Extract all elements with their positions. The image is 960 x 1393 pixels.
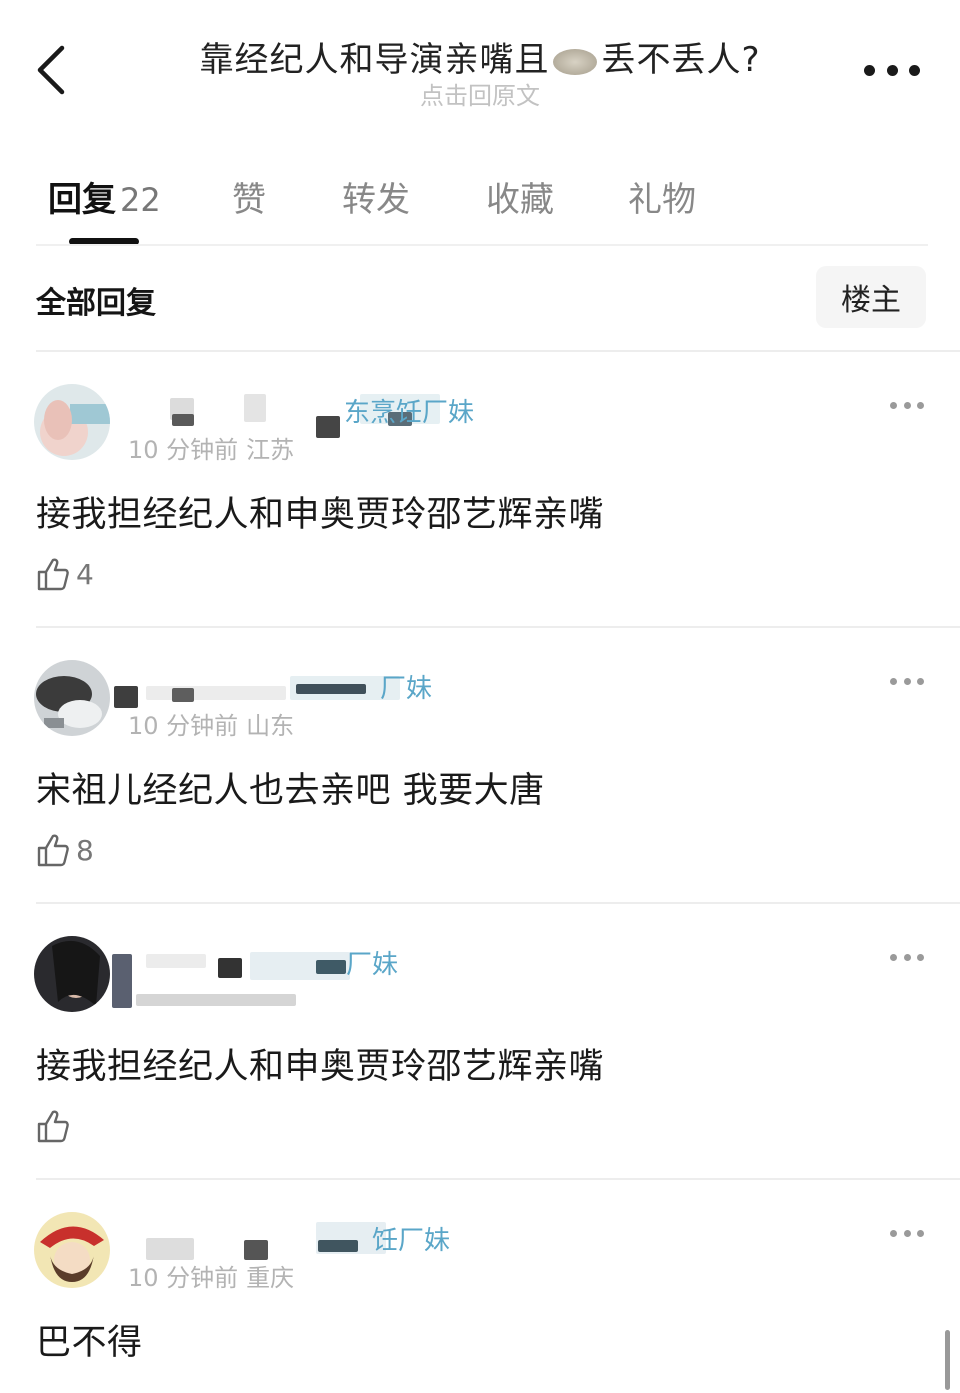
redaction-block: [296, 684, 366, 694]
comment-more-button[interactable]: [890, 676, 924, 686]
comment-location: 重庆: [246, 1264, 295, 1292]
user-level-tag: 饪厂妹: [372, 1226, 451, 1256]
back-to-original-link[interactable]: 点击回原文: [0, 76, 960, 111]
more-icon-dot: [903, 1229, 911, 1237]
more-icon-dot: [917, 1229, 924, 1237]
comment-time: 10 分钟前: [128, 712, 239, 740]
redaction-block: [136, 994, 296, 1006]
tab-bar: 回复 22 赞 转发 收藏 礼物: [0, 160, 960, 246]
comment-item: 东烹饪厂妹 10 分钟前 江苏 接我担经纪人和申奥贾玲邵艺辉亲嘴 4: [0, 352, 960, 628]
comment-location: 江苏: [246, 436, 295, 464]
more-icon-dot: [890, 401, 897, 409]
redaction-block: [244, 1240, 268, 1260]
avatar[interactable]: [34, 660, 110, 736]
redaction-block: [316, 960, 346, 974]
like-count: 4: [76, 557, 94, 591]
more-options-button[interactable]: [864, 62, 920, 78]
more-icon-dot: [909, 64, 920, 76]
more-icon-dot: [903, 677, 911, 685]
more-icon-dot: [903, 953, 911, 961]
redaction-block: [172, 414, 194, 426]
post-title[interactable]: 靠经纪人和导演亲嘴且 丢不丢人?: [0, 32, 960, 81]
scrollbar[interactable]: [945, 1330, 950, 1390]
avatar[interactable]: [34, 936, 110, 1012]
more-icon-dot: [886, 64, 898, 76]
comment-text: 接我担经纪人和申奥贾玲邵艺辉亲嘴: [36, 495, 605, 535]
user-level-tag: 厂妹: [346, 950, 399, 980]
tab-likes[interactable]: 赞: [232, 172, 266, 221]
redaction-block: [316, 416, 340, 438]
redaction-block: [172, 688, 194, 702]
tab-favorites[interactable]: 收藏: [486, 172, 554, 221]
avatar[interactable]: [34, 384, 110, 460]
redaction-block: [244, 394, 266, 422]
comment-more-button[interactable]: [890, 952, 924, 962]
op-only-button[interactable]: 楼主: [816, 266, 926, 328]
more-icon-dot: [917, 677, 924, 685]
more-icon-dot: [890, 953, 897, 961]
comment-more-button[interactable]: [890, 1228, 924, 1238]
like-count: 8: [76, 833, 94, 867]
tab-replies-count: 22: [120, 181, 161, 219]
redaction-block: [146, 1238, 194, 1260]
comment-meta: 10 分钟前 江苏: [128, 430, 294, 465]
thumbs-up-icon: [37, 834, 69, 867]
comment-more-button[interactable]: [890, 400, 924, 410]
post-title-part-1: 靠经纪人和导演亲嘴且: [199, 40, 550, 80]
like-button[interactable]: [36, 1104, 76, 1148]
username-blurred[interactable]: [120, 1218, 520, 1260]
comment-meta: 10 分钟前 山东: [128, 706, 294, 741]
comment-time: 10 分钟前: [128, 436, 239, 464]
all-replies-label[interactable]: 全部回复: [36, 278, 156, 322]
more-icon-dot: [917, 953, 924, 961]
post-title-part-2: 丢不丢人?: [601, 40, 761, 80]
comment-item: 厂妹 10 分钟前 山东 宋祖儿经纪人也去亲吧 我要大唐 8: [0, 628, 960, 904]
comment-item: 饪厂妹 10 分钟前 重庆 巴不得: [0, 1180, 960, 1393]
redaction-block: [146, 686, 286, 700]
like-button[interactable]: 8: [36, 828, 94, 872]
reply-filter-bar: 全部回复 楼主: [0, 262, 960, 332]
divider: [36, 244, 928, 246]
redaction-block: [318, 1240, 358, 1252]
avatar-image: [34, 384, 110, 460]
comment-meta: 10 分钟前 重庆: [128, 1258, 294, 1293]
sticker-icon: [553, 48, 598, 75]
username-blurred[interactable]: [112, 942, 520, 1008]
more-icon-dot: [890, 677, 897, 685]
more-icon-dot: [890, 1229, 897, 1237]
username-blurred[interactable]: [114, 666, 520, 708]
avatar-image: [34, 1212, 110, 1288]
comment-text: 宋祖儿经纪人也去亲吧 我要大唐: [36, 771, 545, 811]
more-icon-dot: [864, 64, 875, 76]
more-icon-dot: [903, 401, 911, 409]
redaction-block: [218, 958, 242, 978]
comment-text: 接我担经纪人和申奥贾玲邵艺辉亲嘴: [36, 1047, 605, 1087]
avatar-image: [34, 660, 110, 736]
comment-meta: [128, 982, 136, 1010]
user-level-tag: 东烹饪厂妹: [344, 398, 475, 428]
tab-replies-label: 回复: [48, 180, 116, 220]
user-level-tag: 厂妹: [380, 674, 433, 704]
thumbs-up-icon: [37, 558, 69, 591]
comment-item: 厂妹 接我担经纪人和申奥贾玲邵艺辉亲嘴: [0, 904, 960, 1180]
comment-text: 巴不得: [36, 1323, 143, 1363]
tab-reposts[interactable]: 转发: [342, 172, 410, 221]
more-icon-dot: [917, 401, 924, 409]
comment-location: 山东: [246, 712, 295, 740]
redaction-block: [146, 954, 206, 968]
like-button[interactable]: 4: [36, 552, 94, 596]
avatar[interactable]: [34, 1212, 110, 1288]
tab-replies[interactable]: 回复 22: [48, 172, 161, 221]
thumbs-up-icon: [37, 1110, 69, 1143]
redaction-block: [114, 686, 138, 708]
top-bar: 靠经纪人和导演亲嘴且 丢不丢人? 点击回原文: [0, 0, 960, 120]
comment-time: 10 分钟前: [128, 1264, 239, 1292]
avatar-image: [34, 936, 110, 1012]
tab-gifts[interactable]: 礼物: [628, 172, 696, 221]
